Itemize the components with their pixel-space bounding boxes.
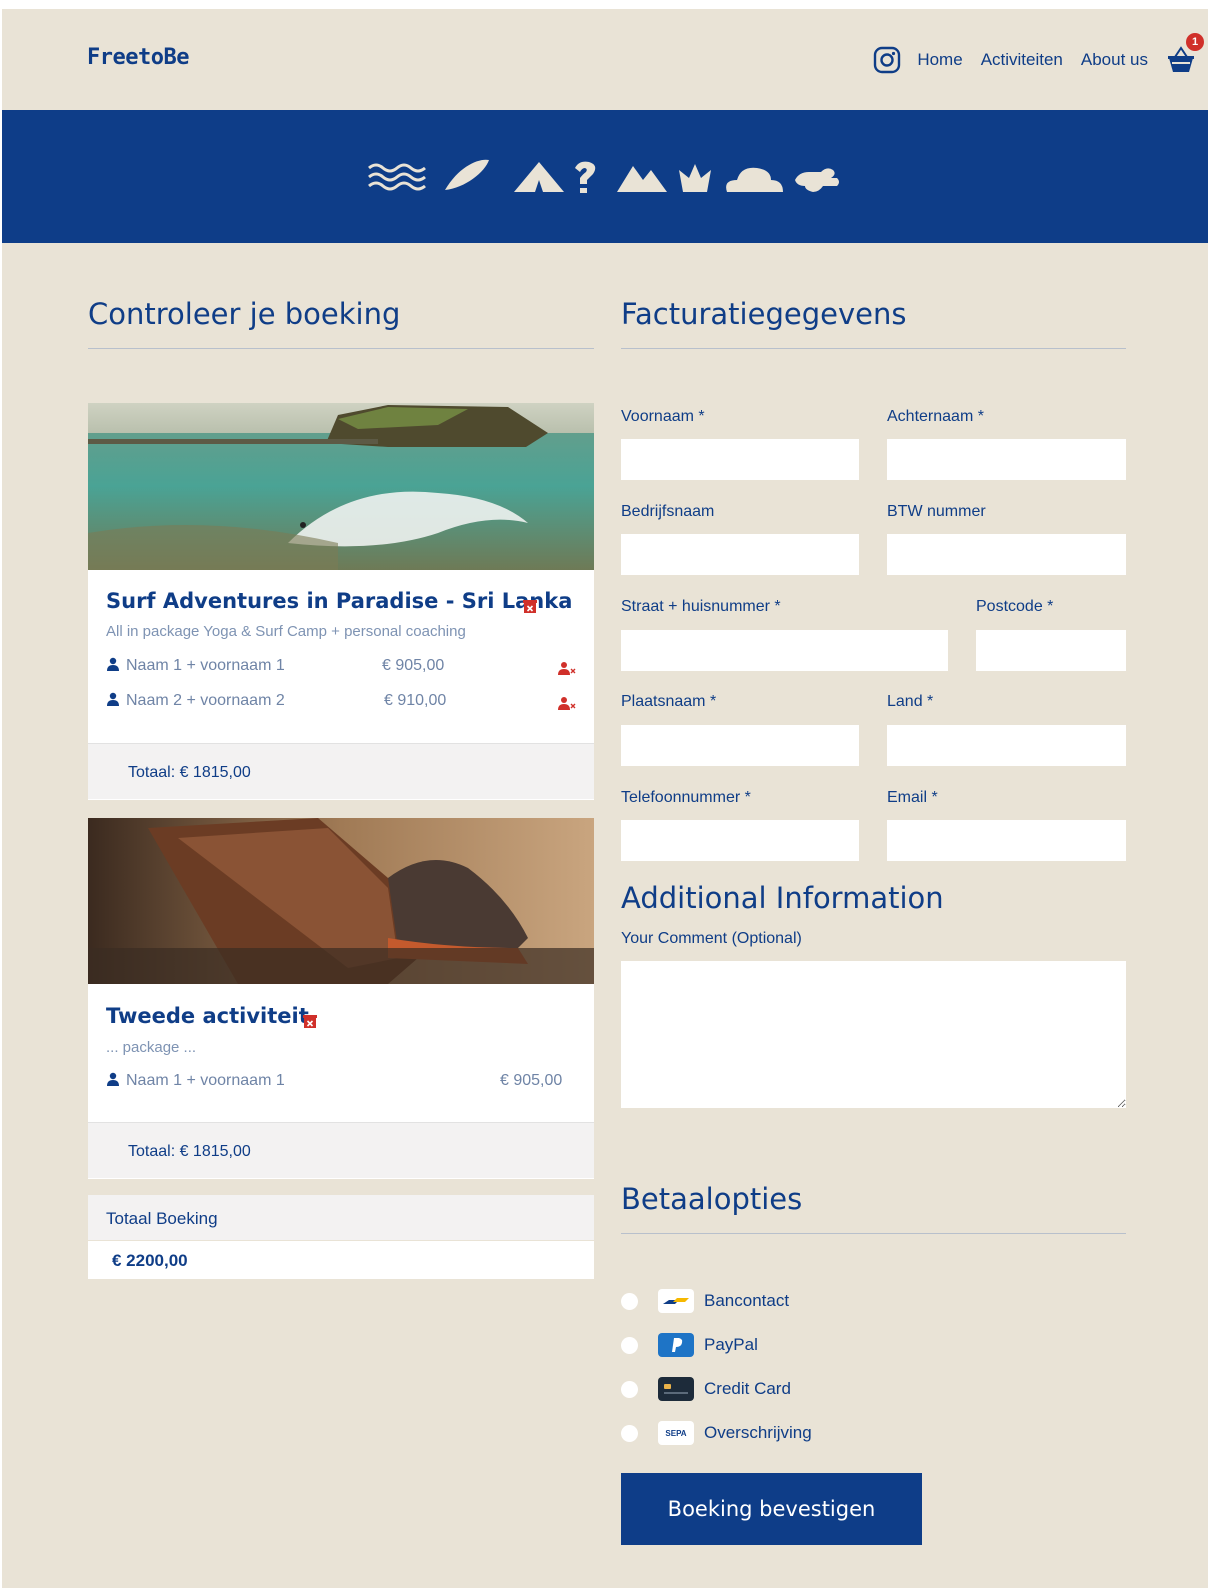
divider: [621, 1233, 1126, 1234]
booking-review-title: Controleer je boeking: [88, 297, 401, 331]
payment-label: Credit Card: [704, 1379, 791, 1398]
delete-activity-icon[interactable]: [522, 598, 538, 614]
radio-credit-card[interactable]: [621, 1380, 638, 1398]
payment-label: Bancontact: [704, 1291, 790, 1310]
payment-option-credit-card[interactable]: Credit Card: [621, 1375, 791, 1403]
surfboard-icon: [445, 159, 489, 190]
tent-icon: [514, 162, 564, 192]
nav-about-us[interactable]: About us: [1081, 50, 1148, 70]
paypal-icon: [658, 1333, 694, 1357]
radio-paypal[interactable]: [621, 1336, 638, 1354]
participant-price: € 910,00: [384, 692, 447, 709]
bancontact-icon: [658, 1289, 694, 1313]
page: FreetoBe Home Activiteiten About us 1 Co…: [2, 9, 1208, 1588]
main-nav: Home Activiteiten About us 1: [873, 33, 1208, 75]
surf-photo: [88, 403, 594, 570]
credit-card-icon: [658, 1377, 694, 1401]
email-label: Email *: [887, 789, 938, 806]
telefoon-label: Telefoonnummer *: [621, 789, 751, 806]
activity-card-1: Surf Adventures in Paradise - Sri Lanka …: [88, 403, 594, 800]
participant-row: Naam 1 + voornaam 1 € 905,00: [106, 1072, 576, 1094]
postcode-label: Postcode *: [976, 598, 1054, 615]
btw-label: BTW nummer: [887, 503, 986, 520]
payment-option-bancontact[interactable]: Bancontact: [621, 1287, 789, 1315]
achternaam-label: Achternaam *: [887, 408, 984, 425]
confirm-booking-button[interactable]: Boeking bevestigen: [621, 1473, 922, 1545]
billing-title: Facturatiegegevens: [621, 297, 907, 331]
participant-row: Naam 1 + voornaam 1 € 905,00: [106, 657, 576, 679]
instagram-icon[interactable]: [873, 46, 901, 74]
bedrijfsnaam-label: Bedrijfsnaam: [621, 503, 715, 520]
straat-label: Straat + huisnummer *: [621, 598, 781, 615]
email-field[interactable]: [887, 820, 1126, 861]
activity-title: Tweede activiteit: [106, 1004, 309, 1028]
grand-total-row: € 2200,00: [88, 1241, 594, 1279]
hiking-shoes-photo: [88, 818, 594, 984]
payment-label: PayPal: [704, 1335, 758, 1354]
activity-total-label: Totaal: € 1815,00: [128, 764, 251, 781]
activity-title: Surf Adventures in Paradise - Sri Lanka: [106, 589, 573, 613]
delete-activity-icon[interactable]: [302, 1013, 318, 1029]
activity-subtitle: ... package ...: [106, 1039, 197, 1056]
payment-option-overschrijving[interactable]: SEPA Overschrijving: [621, 1419, 812, 1447]
bedrijfsnaam-field[interactable]: [621, 534, 859, 575]
plaats-label: Plaatsnaam *: [621, 693, 717, 710]
top-bar: FreetoBe Home Activiteiten About us 1: [2, 9, 1208, 110]
radio-bancontact[interactable]: [621, 1292, 638, 1310]
comment-textarea[interactable]: [621, 961, 1126, 1108]
nav-home[interactable]: Home: [917, 50, 962, 70]
grand-total-value: € 2200,00: [112, 1251, 188, 1270]
remove-person-icon[interactable]: [558, 660, 576, 676]
divider: [88, 348, 594, 349]
hero-banner: [2, 110, 1208, 243]
remove-person-icon[interactable]: [558, 695, 576, 711]
activity-total-label: Totaal: € 1815,00: [128, 1143, 251, 1160]
land-label: Land *: [887, 693, 934, 710]
plaats-field[interactable]: [621, 725, 859, 766]
participant-price: € 905,00: [500, 1072, 563, 1089]
achternaam-field[interactable]: [887, 439, 1126, 480]
payment-label: Overschrijving: [704, 1423, 812, 1442]
participant-name: Naam 1 + voornaam 1: [126, 657, 285, 674]
activity-subtitle: All in package Yoga & Surf Camp + person…: [106, 623, 466, 640]
activity-total: Totaal: € 1815,00: [88, 1122, 594, 1178]
cart-button[interactable]: 1: [1166, 33, 1204, 75]
participant-price: € 905,00: [382, 657, 445, 674]
waves-icon: [368, 163, 426, 191]
straat-field[interactable]: [621, 630, 948, 671]
divider: [621, 348, 1126, 349]
cloud-icon: [726, 167, 783, 192]
comment-label: Your Comment (Optional): [621, 930, 802, 947]
participant-name: Naam 1 + voornaam 1: [126, 1072, 285, 1089]
voornaam-label: Voornaam *: [621, 408, 705, 425]
nav-activiteiten[interactable]: Activiteiten: [981, 50, 1063, 70]
person-icon: [107, 657, 119, 671]
payment-option-paypal[interactable]: PayPal: [621, 1331, 758, 1359]
voornaam-field[interactable]: [621, 439, 859, 480]
sepa-icon: SEPA: [658, 1421, 694, 1445]
hand-icon: [795, 168, 839, 192]
payment-title: Betaalopties: [621, 1182, 803, 1216]
logo[interactable]: FreetoBe: [87, 45, 189, 70]
radio-overschrijving[interactable]: [621, 1424, 638, 1442]
person-icon: [107, 1072, 119, 1086]
telefoon-field[interactable]: [621, 820, 859, 861]
land-field[interactable]: [887, 725, 1126, 766]
btw-field[interactable]: [887, 534, 1126, 575]
grand-total-label: Totaal Boeking: [106, 1209, 218, 1228]
activity-icons-strip: [368, 159, 839, 193]
postcode-field[interactable]: [976, 630, 1126, 671]
crown-icon: [679, 164, 711, 192]
participant-row: Naam 2 + voornaam 2 € 910,00: [106, 692, 576, 714]
activity-total: Totaal: € 1815,00: [88, 743, 594, 799]
participant-name: Naam 2 + voornaam 2: [126, 692, 285, 709]
question-icon: [575, 161, 596, 193]
activity-card-2: Tweede activiteit ... package ... Naam 1…: [88, 818, 594, 1179]
additional-info-title: Additional Information: [621, 881, 944, 915]
cart-count-badge: 1: [1186, 33, 1204, 51]
mountains-icon: [617, 166, 667, 192]
grand-total-header: Totaal Boeking: [88, 1195, 594, 1240]
person-icon: [107, 692, 119, 706]
